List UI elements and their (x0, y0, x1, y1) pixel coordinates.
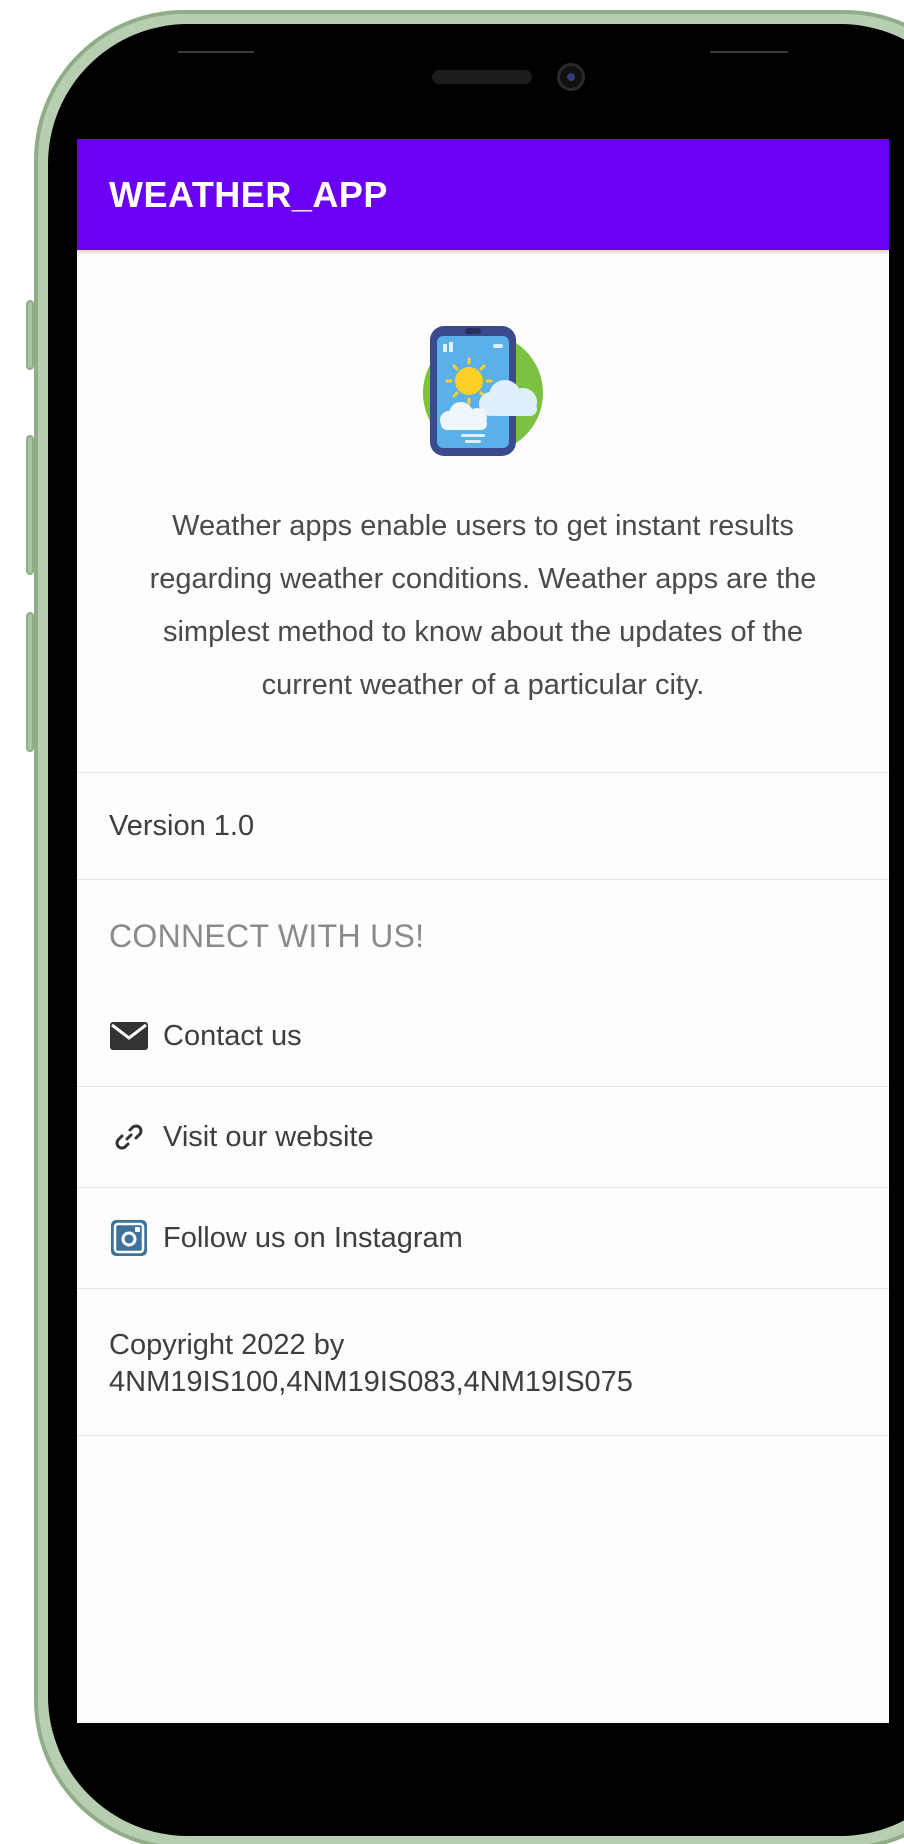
app-bar: WEATHER_APP (77, 139, 889, 250)
instagram-item[interactable]: Follow us on Instagram (77, 1188, 889, 1288)
front-camera (557, 63, 585, 91)
weather-phone-icon (423, 326, 543, 456)
connect-section-title: CONNECT WITH US! (109, 918, 425, 954)
divider (77, 1435, 889, 1436)
app-title: WEATHER_APP (109, 173, 388, 215)
phone-volume-up-button (26, 435, 34, 575)
envelope-icon (109, 1016, 149, 1056)
visit-website-item[interactable]: Visit our website (77, 1087, 889, 1187)
link-icon (109, 1117, 149, 1157)
copyright-line: Copyright 2022 by (109, 1329, 345, 1361)
contact-us-item[interactable]: Contact us (77, 986, 889, 1086)
instagram-label: Follow us on Instagram (163, 1221, 463, 1254)
bezel-line-right (710, 51, 788, 53)
about-description: Weather apps enable users to get instant… (149, 510, 817, 701)
instagram-icon (109, 1218, 149, 1258)
earpiece-speaker (432, 70, 532, 84)
copyright-ids: 4NM19IS100,4NM19IS083,4NM19IS075 (109, 1366, 633, 1398)
contact-us-label: Contact us (163, 1019, 302, 1052)
device-mockup: WEATHER_APP Weather apps enable users to… (0, 0, 904, 1844)
copyright-text: Copyright 2022 by 4NM19IS100,4NM19IS083,… (77, 1289, 889, 1435)
bezel-line-left (178, 51, 254, 53)
phone-volume-down-button (26, 612, 34, 752)
visit-website-label: Visit our website (163, 1120, 374, 1153)
version-label: Version 1.0 (109, 809, 255, 842)
app-logo (77, 326, 889, 456)
phone-side-button (26, 300, 34, 370)
app-screen: WEATHER_APP Weather apps enable users to… (77, 139, 889, 1723)
